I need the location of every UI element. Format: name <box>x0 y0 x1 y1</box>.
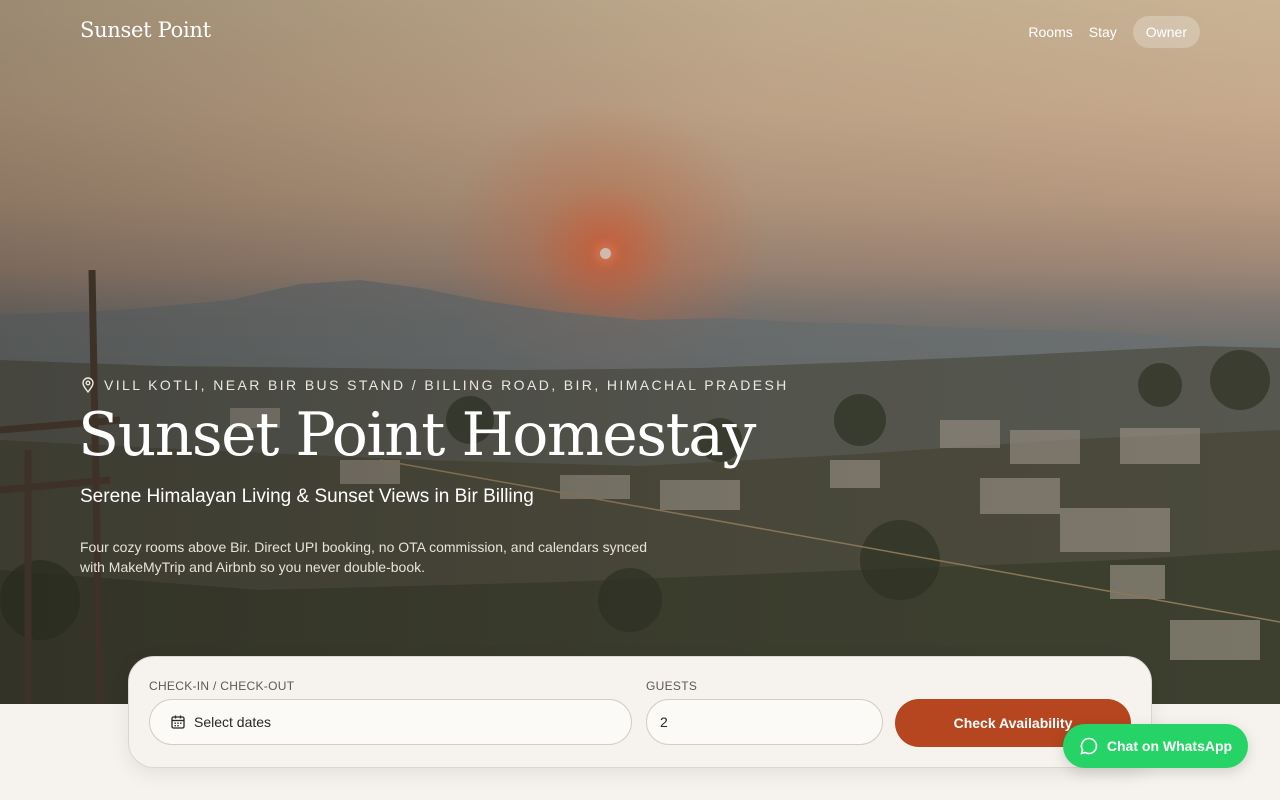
date-range-picker[interactable]: Select dates <box>149 699 632 745</box>
booking-form: CHECK-IN / CHECK-OUT Select dates GUESTS… <box>128 656 1152 768</box>
top-nav: Rooms Stay Owner <box>1028 16 1200 48</box>
page-subtitle: Serene Himalayan Living & Sunset Views i… <box>80 486 534 507</box>
hero-description: Four cozy rooms above Bir. Direct UPI bo… <box>80 539 647 575</box>
calendar-icon <box>171 715 185 729</box>
owner-button[interactable]: Owner <box>1132 16 1200 48</box>
nav-link-stay[interactable]: Stay <box>1089 24 1117 40</box>
nav-link-rooms[interactable]: Rooms <box>1028 24 1072 40</box>
guests-label: GUESTS <box>646 679 698 693</box>
location-text: VILL KOTLI, NEAR BIR BUS STAND / BILLING… <box>104 377 789 393</box>
guests-input[interactable]: 2 <box>646 699 883 745</box>
location-line: VILL KOTLI, NEAR BIR BUS STAND / BILLING… <box>80 377 789 393</box>
map-pin-icon <box>82 377 94 393</box>
date-range-value: Select dates <box>194 714 272 730</box>
page-title: Sunset Point Homestay <box>78 400 756 470</box>
whatsapp-chat-button[interactable]: Chat on WhatsApp <box>1063 724 1248 768</box>
whatsapp-label: Chat on WhatsApp <box>1106 738 1233 754</box>
hero-image <box>0 0 1280 704</box>
hero-overlay <box>0 0 1280 704</box>
site-logo[interactable]: Sunset Point <box>80 18 211 42</box>
chat-bubble-icon <box>1080 737 1098 755</box>
dates-label: CHECK-IN / CHECK-OUT <box>149 679 295 693</box>
